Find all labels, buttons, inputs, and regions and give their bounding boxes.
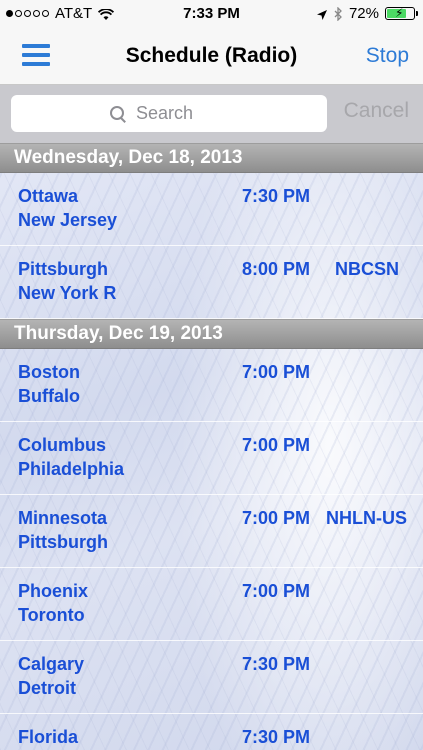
game-row[interactable]: Phoenix Toronto 7:00 PM [0,568,423,641]
charging-bolt-icon: ⚡ [395,6,404,20]
tv-network: NHLN-US [326,508,407,528]
game-time: 7:30 PM [242,654,311,674]
away-team: Pittsburgh [18,532,108,552]
home-team: Boston [18,362,80,382]
schedule-list[interactable]: Wednesday, Dec 18, 2013 Ottawa New Jerse… [0,143,423,750]
away-team: Toronto [18,605,85,625]
home-team: Columbus [18,435,106,455]
location-arrow-icon [316,8,328,20]
game-time: 7:30 PM [242,727,311,747]
home-team: Florida [18,727,79,747]
search-field[interactable] [11,95,327,132]
game-row[interactable]: Pittsburgh New York R 8:00 PM NBCSN [0,246,423,319]
away-team: Buffalo [18,386,80,406]
status-bar: AT&T 7:33 PM 72% ⚡ [0,0,423,28]
search-input[interactable] [134,102,228,125]
search-icon [110,105,126,122]
game-time: 7:00 PM [242,581,311,601]
tv-network: NBCSN [335,259,400,279]
away-team: New York R [18,283,117,303]
away-team: Detroit [18,678,76,698]
away-team: Philadelphia [18,459,125,479]
search-bar: Cancel [0,85,423,143]
game-row[interactable]: Columbus Philadelphia 7:00 PM [0,422,423,495]
game-row[interactable]: Florida 7:30 PM [0,714,423,750]
game-time: 8:00 PM [242,259,311,279]
battery-icon: ⚡ [385,6,418,20]
section-header-date: Wednesday, Dec 18, 2013 [0,143,423,173]
status-right: 72% ⚡ [316,5,418,22]
home-team: Ottawa [18,186,79,206]
game-row[interactable]: Ottawa New Jersey 7:30 PM [0,173,423,246]
navigation-bar: Schedule (Radio) Stop [0,28,423,85]
game-time: 7:00 PM [242,435,311,455]
home-team: Pittsburgh [18,259,108,279]
bluetooth-icon [334,5,343,22]
game-row[interactable]: Boston Buffalo 7:00 PM [0,349,423,422]
home-team: Calgary [18,654,85,674]
game-row[interactable]: Minnesota Pittsburgh 7:00 PM NHLN-US [0,495,423,568]
schedule-section: Wednesday, Dec 18, 2013 Ottawa New Jerse… [0,143,423,319]
home-team: Minnesota [18,508,108,528]
game-time: 7:00 PM [242,362,311,382]
schedule-section: Thursday, Dec 19, 2013 Boston Buffalo 7:… [0,319,423,750]
game-time: 7:00 PM [242,508,311,528]
page-title: Schedule (Radio) [125,44,298,67]
cancel-button[interactable]: Cancel [344,99,409,123]
section-header-date: Thursday, Dec 19, 2013 [0,319,423,349]
game-time: 7:30 PM [242,186,311,206]
stop-button[interactable]: Stop [366,44,409,68]
home-team: Phoenix [18,581,89,601]
away-team: New Jersey [18,210,118,230]
battery-percent: 72% [348,5,379,22]
game-row[interactable]: Calgary Detroit 7:30 PM [0,641,423,714]
